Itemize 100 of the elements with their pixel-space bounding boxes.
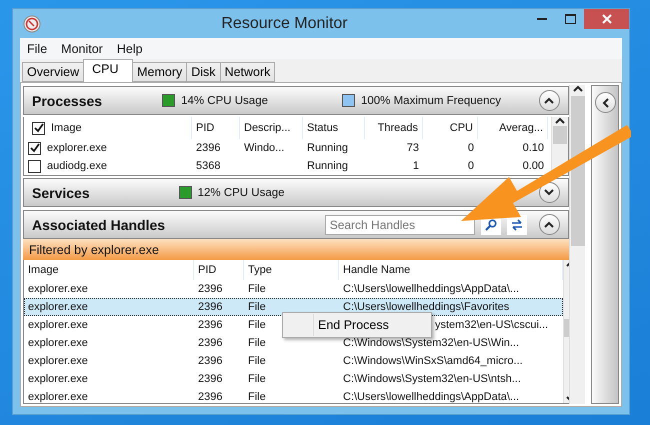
table-cell-text: ystem32\en-US\cscui... [434,319,550,331]
expand-panel-button[interactable] [594,92,616,113]
column-header[interactable]: Image [51,122,82,134]
tab[interactable]: Overview [22,62,84,82]
table-cell-text: 2396 [197,355,224,367]
table-cell-text: explorer.exe [27,355,89,367]
table-cell-text: File [247,391,267,403]
section-title: Services [32,184,90,200]
collapse-button[interactable] [538,214,560,235]
menu-item[interactable]: Monitor [54,42,110,56]
checkbox[interactable] [32,122,45,134]
chevron-icon [544,189,554,196]
scroll-thumb[interactable] [552,126,567,144]
section-title: Associated Handles [32,216,166,232]
table-cell-text: explorer.exe [27,373,89,385]
table-cell-text: C:\Users\lowellheddings\AppData\... [342,391,520,403]
column-header[interactable]: Status [303,117,365,139]
table-cell: explorer.exe [47,142,107,154]
table-cell-text: C:\Users\lowellheddings\AppData\... [342,283,520,295]
cpu-legend-icon [178,186,192,199]
table-cell-text: explorer.exe [27,391,89,403]
column-header[interactable]: Descrip... [240,117,303,139]
frequency-legend-icon [342,94,355,107]
table-cell-text: 2396 [197,283,224,295]
filter-text: Filtered by explorer.exe [29,242,159,256]
table-cell: audiodg.exe [47,160,107,172]
table-cell-text: explorer.exe [27,301,89,313]
collapse-button[interactable] [538,90,560,111]
menu-item[interactable]: File [20,42,54,56]
table-cell-text: 0.10 [522,142,545,154]
table-cell-text: Running [306,142,349,154]
chevron-icon [602,98,609,108]
column-header[interactable]: Averag... [478,117,548,139]
search-field[interactable]: Search Handles [324,214,475,234]
chevron-icon [544,221,554,228]
table-cell-text: C:\Windows\System32\en-US\ntsh... [342,373,522,385]
search-icon [484,218,497,230]
minimize-icon [537,18,547,20]
column-header[interactable]: Type [244,260,339,280]
table-row[interactable]: explorer.exe 2396 File C:\Users\lowellheddings\AppData\... [24,280,563,298]
table-row[interactable]: explorer.exe 2396 File C:\Windows\WinSxS\amd64_micro... [24,352,563,370]
table-cell-text: 73 [406,142,420,154]
table-cell-text: File [247,283,267,295]
table-cell-text: Running [306,160,349,172]
table-cell-text: 2396 [197,319,224,331]
column-header[interactable]: PID [194,260,244,280]
scroll-thumb[interactable] [570,96,585,246]
window-title: Resource Monitor [220,14,349,32]
checkbox[interactable] [28,160,41,172]
table-cell-text: File [247,373,267,385]
cpu-usage-text: 12% CPU Usage [198,186,285,198]
swap-arrows-icon [510,218,524,232]
gauge-icon [23,14,41,32]
tab[interactable]: Memory [132,62,188,82]
table-row[interactable]: explorer.exe 2396 File C:\Users\lowellheddings\AppData\... [24,388,563,404]
table-row[interactable]: explorer.exe 2396 File C:\Users\lowellheddings\Favorites [24,298,563,316]
menu-item[interactable]: End Process [313,314,431,336]
table-row[interactable]: explorer.exe 2396 File C:\Windows\System32\en-US\Win... [24,334,563,352]
table-cell-text: 2396 [195,142,222,154]
column-header[interactable]: Threads [365,117,423,139]
table-cell-text: 2396 [197,301,224,313]
checkbox[interactable] [28,142,41,154]
table-cell-text: 0 [466,160,475,172]
cpu-legend-icon [162,94,176,107]
cpu-usage-text: 14% CPU Usage [181,94,268,106]
table-cell-text: explorer.exe [27,337,89,349]
tab[interactable]: Disk [186,62,221,82]
tab[interactable]: Network [220,62,276,82]
close-icon [602,14,612,24]
expand-button[interactable] [538,182,560,203]
tab[interactable]: CPU [83,59,134,82]
table-cell-text: 5368 [195,160,222,172]
table-cell-text: File [247,319,267,331]
table-cell-text: 2396 [197,391,224,403]
chevron-icon [544,97,554,104]
scrollbar[interactable] [568,85,586,404]
column-header[interactable]: CPU [423,117,478,139]
menu-item[interactable]: Help [110,42,150,56]
table-row[interactable]: explorer.exe 2396 File C:\Windows\System32\en-US\ntsh... [24,370,563,388]
section-title: Processes [32,92,102,108]
table-cell-text: 0 [466,142,475,154]
column-header[interactable]: Image [24,260,194,280]
max-frequency-text: 100% Maximum Frequency [361,94,501,106]
close-button[interactable] [584,9,629,29]
table-cell-text: C:\Users\lowellheddings\Favorites [342,301,510,313]
column-header[interactable]: PID [192,117,240,139]
table-cell-text: File [247,337,267,349]
table-cell-text: File [247,301,267,313]
table-cell-text: 2396 [197,337,224,349]
table-row[interactable]: explorer.exe 2396 File End Process ystem32\en-US\cscui... [24,316,563,334]
maximize-icon [564,14,576,24]
table-cell-text: explorer.exe [27,283,89,295]
table-cell-text: 2396 [197,373,224,385]
table-cell-text: Windo... [243,142,286,154]
table-cell-text: C:\Windows\System32\en-US\Win... [342,337,520,349]
table-cell-text: explorer.exe [27,319,89,331]
table-cell-text: C:\Windows\WinSxS\amd64_micro... [342,355,524,367]
table-cell-text: File [247,355,267,367]
table-cell-text: 0.00 [522,160,545,172]
table-cell-text: 1 [412,160,420,172]
